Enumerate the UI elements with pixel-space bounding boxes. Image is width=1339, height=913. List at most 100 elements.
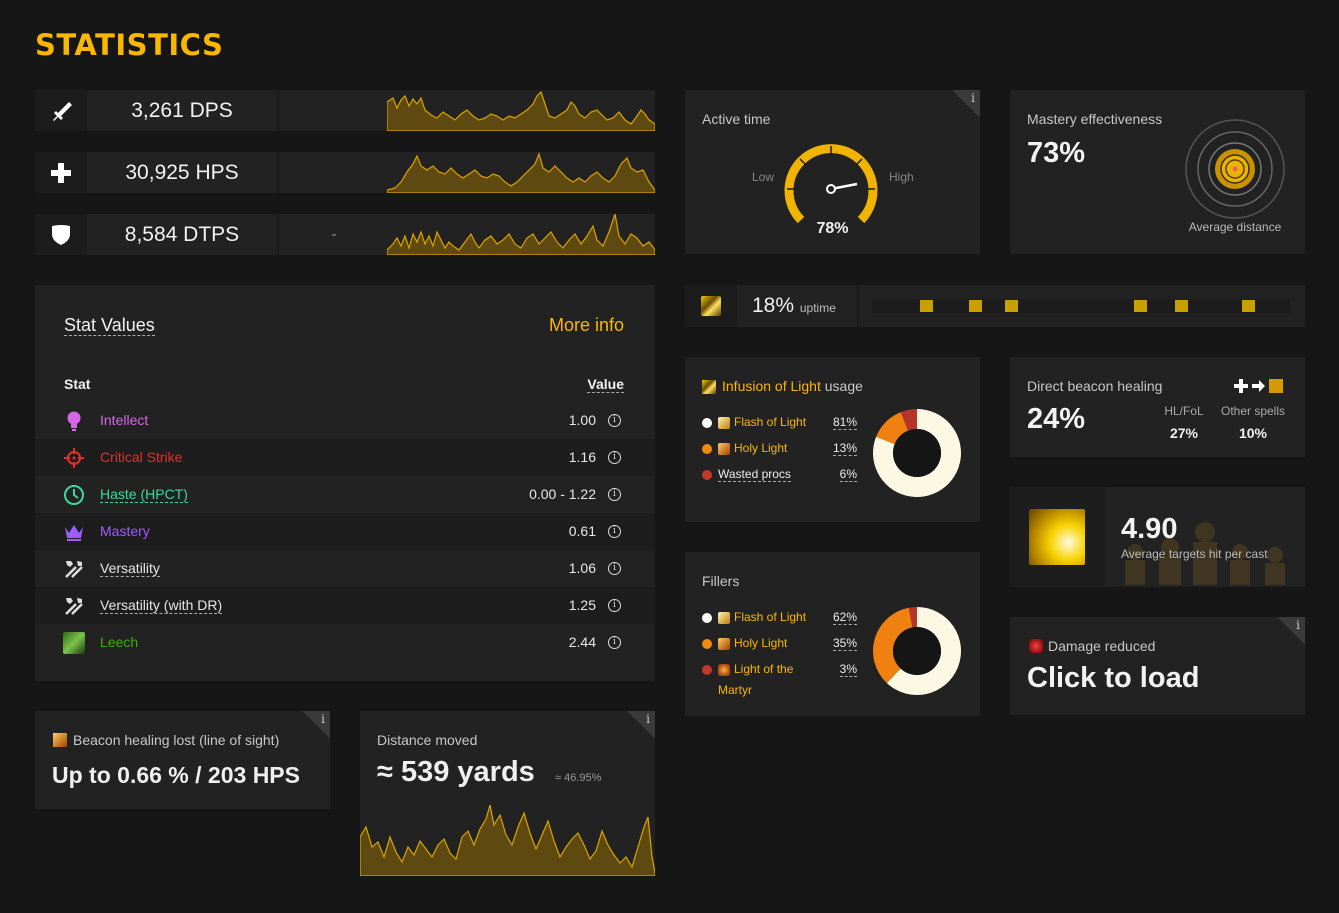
info-icon[interactable]: i — [952, 90, 980, 118]
direct-beacon-value: 24% — [1027, 403, 1086, 435]
stat-row-haste: Haste (HPCT) 0.00 - 1.22 i — [35, 476, 655, 513]
stat-name: Intellect — [100, 412, 149, 428]
damage-reduced-card: i Damage reduced Click to load — [1010, 617, 1305, 715]
stat-row-versatility-dr: Versatility (with DR) 1.25 i — [35, 587, 655, 624]
leech-icon — [63, 632, 85, 654]
dtps-sparkline — [387, 214, 655, 255]
donut-hole — [893, 429, 941, 477]
value-column-header: Value — [587, 376, 624, 393]
distance-moved-percent: ≈ 46.95% — [555, 772, 602, 784]
healing-cross-icon — [35, 152, 87, 193]
click-to-load-button[interactable]: Click to load — [1027, 662, 1199, 695]
info-icon[interactable]: i — [1277, 617, 1305, 645]
fillers-card: Fillers Flash of Light 62% Holy Light 35… — [685, 552, 980, 716]
beacon-lost-label: Beacon healing lost (line of sight) — [73, 732, 280, 748]
flash-of-light-icon — [718, 612, 730, 624]
direct-beacon-card: Direct beacon healing 24% HL/FoL Other s… — [1010, 357, 1305, 457]
legend-name-line2: Martyr — [718, 683, 752, 697]
mastery-label: Mastery effectiveness — [1027, 111, 1163, 127]
info-icon[interactable]: i — [608, 636, 621, 649]
hps-row: 30,925 HPS — [35, 152, 655, 193]
gauge-high-label: High — [889, 170, 914, 184]
legend-pct: 3% — [839, 662, 857, 677]
legend-item: Light of the Martyr 3% — [702, 662, 857, 697]
beacon-lost-card: i Beacon healing lost (line of sight) Up… — [35, 711, 330, 809]
dtps-mid: - — [331, 226, 337, 243]
stat-value: 0.00 - 1.22 — [529, 486, 596, 502]
dtps-value: 8,584 DTPS — [124, 223, 240, 246]
fillers-title: Fillers — [702, 573, 740, 589]
light-of-dawn-icon — [1029, 509, 1085, 565]
stat-row-versatility: Versatility 1.06 i — [35, 550, 655, 587]
distance-moved-value: ≈ 539 yards — [377, 756, 535, 788]
beacon-col1-label: HL/FoL — [1164, 404, 1204, 418]
legend-pct: 13% — [832, 441, 857, 456]
infusion-icon — [702, 380, 716, 394]
stat-name: Critical Strike — [100, 449, 183, 465]
infusion-donut-chart — [873, 409, 961, 497]
flash-of-light-icon — [718, 417, 730, 429]
info-icon[interactable]: i — [608, 451, 621, 464]
hps-mid — [279, 152, 389, 193]
lightbulb-icon — [67, 411, 81, 431]
hps-value: 30,925 HPS — [125, 161, 239, 184]
holy-light-icon — [718, 638, 730, 650]
tools-icon — [65, 561, 83, 578]
donut-hole — [893, 627, 941, 675]
legend-name: Flash of Light — [734, 415, 807, 429]
damage-reduced-label: Damage reduced — [1048, 638, 1156, 654]
legend-name: Holy Light — [734, 441, 788, 455]
uptime-row: 18% uptime — [685, 285, 1305, 327]
dps-value: 3,261 DPS — [131, 99, 233, 122]
active-time-label: Active time — [702, 111, 771, 127]
legend-name: Light of the — [734, 662, 794, 676]
targets-hit-label: Average targets hit per cast — [1121, 547, 1268, 561]
info-icon[interactable]: i — [608, 488, 621, 501]
stat-value: 1.16 — [568, 449, 596, 465]
legend-pct: 81% — [832, 415, 857, 430]
more-info-link[interactable]: More info — [549, 315, 624, 336]
info-icon[interactable]: i — [608, 525, 621, 538]
dps-row: 3,261 DPS — [35, 90, 655, 131]
stat-value: 2.44 — [568, 634, 596, 650]
infusion-title-suffix: usage — [824, 378, 863, 394]
info-icon[interactable]: i — [608, 562, 621, 575]
infusion-title: Infusion of Light — [722, 378, 821, 394]
stat-row-leech: Leech 2.44 i — [35, 624, 655, 661]
beacon-col2-value: 10% — [1238, 425, 1268, 441]
beacon-col1-value: 27% — [1169, 425, 1199, 441]
distance-sparkline — [360, 804, 655, 876]
legend-pct: 6% — [839, 467, 857, 482]
active-time-gauge — [784, 144, 878, 224]
tools-icon — [65, 598, 83, 615]
info-icon[interactable]: i — [608, 414, 621, 427]
stat-value: 0.61 — [568, 523, 596, 539]
mastery-radar-icon — [1185, 119, 1285, 219]
dps-mid — [279, 90, 389, 131]
stat-name[interactable]: Haste (HPCT) — [100, 486, 188, 503]
legend-name: Wasted procs — [718, 467, 791, 482]
stat-name[interactable]: Versatility — [100, 560, 160, 577]
stat-row-critical-strike: Critical Strike 1.16 i — [35, 439, 655, 476]
stat-name[interactable]: Versatility (with DR) — [100, 597, 223, 614]
stat-value: 1.00 — [568, 412, 596, 428]
dtps-row: 8,584 DTPS - — [35, 214, 655, 255]
info-icon[interactable]: i — [608, 599, 621, 612]
stat-value: 1.25 — [568, 597, 596, 613]
info-icon[interactable]: i — [627, 711, 655, 739]
shield-icon — [35, 214, 87, 255]
infusion-buff-icon — [701, 296, 721, 316]
clock-icon — [64, 485, 84, 505]
hps-sparkline — [387, 152, 655, 193]
crosshair-icon — [64, 448, 84, 468]
distance-moved-label: Distance moved — [377, 732, 478, 748]
info-icon[interactable]: i — [302, 711, 330, 739]
legend-pct: 62% — [832, 610, 857, 625]
stat-row-intellect: Intellect 1.00 i — [35, 402, 655, 439]
beacon-transfer-icon — [1234, 379, 1283, 393]
stat-values-title[interactable]: Stat Values — [64, 315, 155, 336]
beacon-icon — [53, 733, 67, 747]
distance-moved-card: i Distance moved ≈ 539 yards ≈ 46.95% — [360, 711, 655, 876]
stat-name: Leech — [100, 634, 139, 650]
dps-sparkline — [387, 90, 655, 131]
